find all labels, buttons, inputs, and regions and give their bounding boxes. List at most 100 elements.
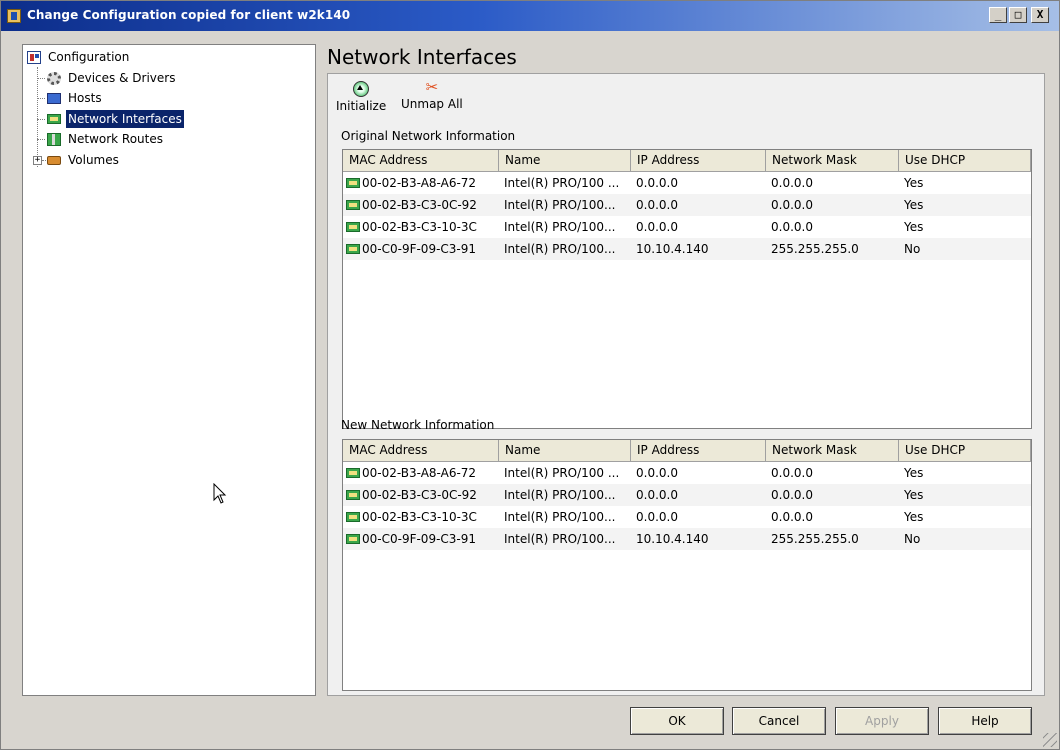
name-cell: Intel(R) PRO/100... [504, 242, 616, 256]
tree-connector [37, 119, 45, 120]
network-route-icon [47, 132, 61, 146]
tree-item-devices-drivers[interactable]: Devices & Drivers [47, 69, 177, 87]
table-row[interactable]: 00-C0-9F-09-C3-91 Intel(R) PRO/100... 10… [343, 528, 1031, 550]
mac-value: 00-02-B3-C3-0C-92 [362, 488, 477, 502]
mac-value: 00-C0-9F-09-C3-91 [362, 532, 477, 546]
unmap-icon: ✂ [425, 78, 439, 96]
unmap-all-label: Unmap All [401, 97, 463, 111]
dhcp-cell: Yes [904, 198, 924, 212]
mac-value: 00-02-B3-A8-A6-72 [362, 466, 477, 480]
app-icon [7, 9, 21, 23]
tree-connector [42, 160, 46, 161]
tree-item-label: Volumes [68, 153, 119, 167]
tree-connector [37, 67, 38, 167]
mask-cell: 0.0.0.0 [771, 220, 813, 234]
new-network-table[interactable]: MAC Address Name IP Address Network Mask… [342, 439, 1032, 691]
mac-cell: 00-02-B3-C3-0C-92 [343, 194, 499, 216]
mac-cell: 00-02-B3-C3-10-3C [343, 506, 499, 528]
mask-cell: 255.255.255.0 [771, 242, 859, 256]
mac-value: 00-C0-9F-09-C3-91 [362, 242, 477, 256]
title-bar[interactable]: Change Configuration copied for client w… [1, 1, 1059, 31]
dhcp-cell: Yes [904, 488, 924, 502]
column-header-mask[interactable]: Network Mask [766, 440, 899, 461]
network-card-icon [346, 468, 360, 478]
table-row[interactable]: 00-02-B3-C3-10-3C Intel(R) PRO/100... 0.… [343, 216, 1031, 238]
mac-cell: 00-02-B3-A8-A6-72 [343, 172, 499, 194]
initialize-label: Initialize [336, 99, 387, 113]
network-card-icon [346, 200, 360, 210]
configuration-icon [27, 50, 41, 64]
column-header-dhcp[interactable]: Use DHCP [899, 440, 1031, 461]
tree-item-label: Network Routes [68, 132, 164, 146]
mask-cell: 0.0.0.0 [771, 488, 813, 502]
tree-root-configuration[interactable]: Configuration [27, 48, 131, 66]
window-controls: _ □ X [989, 7, 1049, 23]
tree-item-label: Configuration [48, 50, 130, 64]
ok-button[interactable]: OK [630, 707, 724, 735]
tree-item-hosts[interactable]: Hosts [47, 89, 104, 107]
column-header-mask[interactable]: Network Mask [766, 150, 899, 171]
apply-button[interactable]: Apply [835, 707, 929, 735]
name-cell: Intel(R) PRO/100 ... [504, 466, 620, 480]
mac-value: 00-02-B3-C3-10-3C [362, 220, 477, 234]
network-card-icon [346, 222, 360, 232]
ip-cell: 0.0.0.0 [636, 176, 678, 190]
original-network-table[interactable]: MAC Address Name IP Address Network Mask… [342, 149, 1032, 429]
mac-cell: 00-02-B3-C3-10-3C [343, 216, 499, 238]
ip-cell: 0.0.0.0 [636, 466, 678, 480]
column-header-ip[interactable]: IP Address [631, 150, 766, 171]
configuration-tree[interactable]: Configuration Devices & Drivers Hosts Ne… [22, 44, 316, 696]
table-body: 00-02-B3-A8-A6-72 Intel(R) PRO/100 ... 0… [343, 172, 1031, 260]
ip-cell: 0.0.0.0 [636, 220, 678, 234]
table-row[interactable]: 00-02-B3-C3-10-3C Intel(R) PRO/100... 0.… [343, 506, 1031, 528]
mac-value: 00-02-B3-C3-0C-92 [362, 198, 477, 212]
column-header-mac[interactable]: MAC Address [343, 150, 499, 171]
mac-cell: 00-02-B3-C3-0C-92 [343, 484, 499, 506]
name-cell: Intel(R) PRO/100... [504, 220, 616, 234]
tree-connector [37, 139, 45, 140]
table-row[interactable]: 00-02-B3-A8-A6-72 Intel(R) PRO/100 ... 0… [343, 172, 1031, 194]
initialize-icon [353, 81, 370, 97]
ip-cell: 10.10.4.140 [636, 242, 709, 256]
column-header-mac[interactable]: MAC Address [343, 440, 499, 461]
help-button[interactable]: Help [938, 707, 1032, 735]
dhcp-cell: No [904, 242, 921, 256]
tree-item-network-routes[interactable]: Network Routes [47, 130, 165, 148]
resize-grip-icon[interactable] [1043, 733, 1057, 747]
network-card-icon [346, 534, 360, 544]
unmap-all-button[interactable]: ✂ Unmap All [401, 79, 463, 111]
ip-cell: 0.0.0.0 [636, 488, 678, 502]
mask-cell: 0.0.0.0 [771, 198, 813, 212]
name-cell: Intel(R) PRO/100... [504, 510, 616, 524]
tree-item-volumes[interactable]: Volumes [47, 151, 121, 169]
column-header-name[interactable]: Name [499, 150, 631, 171]
table-row[interactable]: 00-C0-9F-09-C3-91 Intel(R) PRO/100... 10… [343, 238, 1031, 260]
dhcp-cell: Yes [904, 510, 924, 524]
cancel-button[interactable]: Cancel [732, 707, 826, 735]
network-card-icon [47, 114, 61, 124]
ip-cell: 0.0.0.0 [636, 510, 678, 524]
name-cell: Intel(R) PRO/100 ... [504, 176, 620, 190]
maximize-button[interactable]: □ [1009, 7, 1027, 23]
table-row[interactable]: 00-02-B3-C3-0C-92 Intel(R) PRO/100... 0.… [343, 194, 1031, 216]
table-row[interactable]: 00-02-B3-A8-A6-72 Intel(R) PRO/100 ... 0… [343, 462, 1031, 484]
column-header-ip[interactable]: IP Address [631, 440, 766, 461]
expand-volumes-toggle[interactable]: + [33, 156, 42, 165]
network-card-icon [346, 178, 360, 188]
window-title: Change Configuration copied for client w… [27, 8, 351, 22]
mac-cell: 00-C0-9F-09-C3-91 [343, 528, 499, 550]
table-row[interactable]: 00-02-B3-C3-0C-92 Intel(R) PRO/100... 0.… [343, 484, 1031, 506]
table-header: MAC Address Name IP Address Network Mask… [343, 150, 1031, 172]
network-interfaces-panel: Initialize ✂ Unmap All Original Network … [327, 73, 1045, 696]
name-cell: Intel(R) PRO/100... [504, 488, 616, 502]
tree-item-label: Hosts [68, 91, 102, 105]
column-header-name[interactable]: Name [499, 440, 631, 461]
column-header-dhcp[interactable]: Use DHCP [899, 150, 1031, 171]
close-button[interactable]: X [1031, 7, 1049, 23]
mask-cell: 255.255.255.0 [771, 532, 859, 546]
tree-item-network-interfaces[interactable]: Network Interfaces [47, 110, 184, 128]
initialize-button[interactable]: Initialize [336, 81, 386, 113]
mac-value: 00-02-B3-C3-10-3C [362, 510, 477, 524]
new-network-label: New Network Information [341, 418, 495, 432]
minimize-button[interactable]: _ [989, 7, 1007, 23]
